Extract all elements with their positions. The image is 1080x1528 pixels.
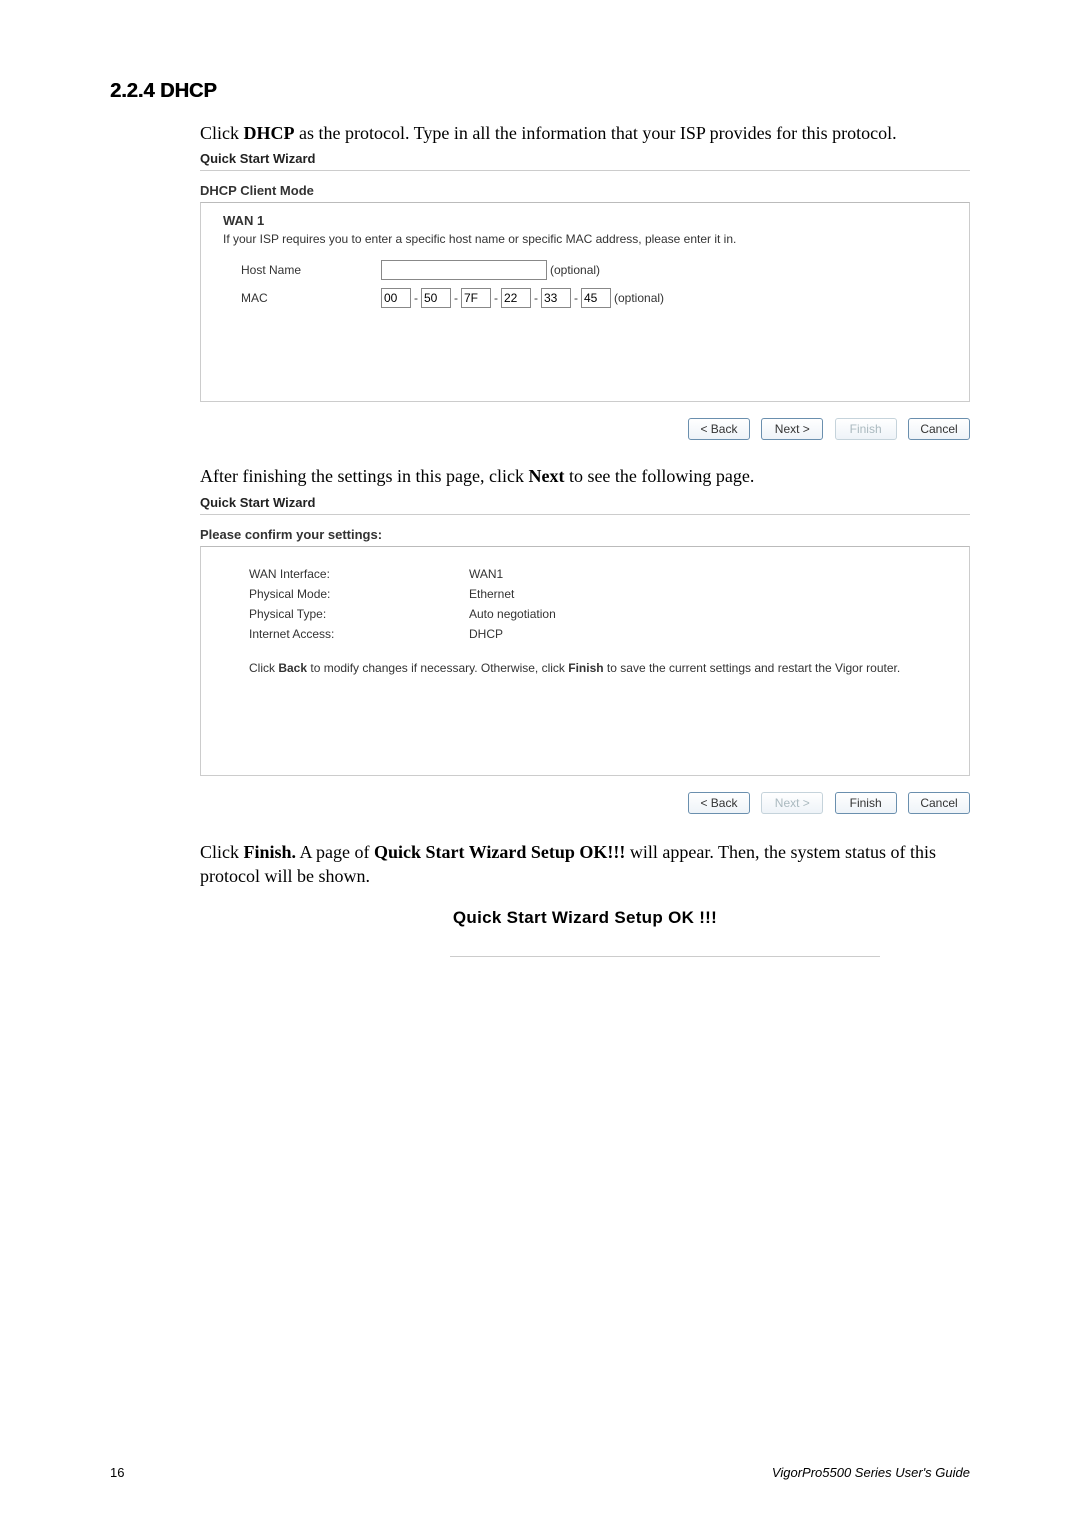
- mac-group: - - - - - (optional): [381, 288, 664, 308]
- mid-b: Next: [528, 466, 564, 486]
- settings-value: DHCP: [469, 627, 503, 641]
- mac-input-5[interactable]: [581, 288, 611, 308]
- intro-text-a: Click: [200, 123, 244, 143]
- mac-input-1[interactable]: [421, 288, 451, 308]
- outro-b: Finish.: [244, 842, 297, 862]
- qsw-title-1: Quick Start Wizard: [200, 151, 970, 168]
- mid-paragraph: After finishing the settings in this pag…: [200, 464, 970, 488]
- divider: [200, 170, 970, 171]
- dhcp-box: WAN 1 If your ISP requires you to enter …: [200, 202, 970, 402]
- host-name-hint: (optional): [550, 263, 600, 277]
- outro-paragraph: Click Finish. A page of Quick Start Wiza…: [200, 840, 970, 889]
- confirm-panel: Please confirm your settings: WAN Interf…: [200, 527, 970, 814]
- mac-dash: -: [531, 291, 541, 305]
- guide-title: VigorPro5500 Series User's Guide: [772, 1465, 970, 1480]
- setup-ok-banner: Quick Start Wizard Setup OK !!!: [200, 908, 970, 928]
- host-name-label: Host Name: [241, 263, 381, 277]
- settings-row: Physical Mode: Ethernet: [249, 587, 951, 601]
- intro-text-c: as the protocol. Type in all the informa…: [295, 123, 897, 143]
- mac-input-3[interactable]: [501, 288, 531, 308]
- host-name-input[interactable]: [381, 260, 547, 280]
- mac-dash: -: [411, 291, 421, 305]
- settings-label: Physical Type:: [249, 607, 469, 621]
- settings-label: Internet Access:: [249, 627, 469, 641]
- qsw-title-2: Quick Start Wizard: [200, 495, 970, 512]
- mac-input-4[interactable]: [541, 288, 571, 308]
- mac-dash: -: [491, 291, 501, 305]
- note-c: to modify changes if necessary. Otherwis…: [307, 661, 568, 675]
- settings-row: Physical Type: Auto negotiation: [249, 607, 951, 621]
- wan1-desc: If your ISP requires you to enter a spec…: [223, 232, 951, 246]
- settings-value: Auto negotiation: [469, 607, 556, 621]
- mac-dash: -: [571, 291, 581, 305]
- page-footer: 16 VigorPro5500 Series User's Guide: [0, 1465, 1080, 1480]
- intro-text-b: DHCP: [244, 123, 295, 143]
- mac-input-0[interactable]: [381, 288, 411, 308]
- page-number: 16: [110, 1465, 124, 1480]
- host-name-row: Host Name (optional): [241, 260, 951, 280]
- section-number: 2.2.4: [110, 80, 154, 102]
- section-title: DHCP: [160, 80, 217, 102]
- next-button[interactable]: Next >: [761, 418, 823, 440]
- note-b: Back: [278, 661, 307, 675]
- wan1-title: WAN 1: [223, 213, 951, 228]
- settings-value: WAN1: [469, 567, 503, 581]
- note-e: to save the current settings and restart…: [604, 661, 901, 675]
- outro-d: Quick Start Wizard Setup OK!!!: [374, 842, 625, 862]
- outro-a: Click: [200, 842, 244, 862]
- finish-button[interactable]: Finish: [835, 792, 897, 814]
- settings-table: WAN Interface: WAN1 Physical Mode: Ether…: [249, 567, 951, 641]
- settings-label: Physical Mode:: [249, 587, 469, 601]
- button-row-2: < Back Next > Finish Cancel: [200, 792, 970, 814]
- settings-row: WAN Interface: WAN1: [249, 567, 951, 581]
- dhcp-panel: DHCP Client Mode WAN 1 If your ISP requi…: [200, 183, 970, 440]
- section-heading: 2.2.4 DHCP: [110, 80, 970, 103]
- note-d: Finish: [568, 661, 603, 675]
- confirm-heading: Please confirm your settings:: [200, 527, 970, 542]
- settings-value: Ethernet: [469, 587, 514, 601]
- mac-row: MAC - - - - - (optional): [241, 288, 951, 308]
- mac-dash: -: [451, 291, 461, 305]
- button-row-1: < Back Next > Finish Cancel: [200, 418, 970, 440]
- mac-input-2[interactable]: [461, 288, 491, 308]
- finish-button-disabled: Finish: [835, 418, 897, 440]
- mid-c: to see the following page.: [564, 466, 754, 486]
- cancel-button[interactable]: Cancel: [908, 792, 970, 814]
- note-a: Click: [249, 661, 278, 675]
- cancel-button[interactable]: Cancel: [908, 418, 970, 440]
- dhcp-client-mode-heading: DHCP Client Mode: [200, 183, 970, 198]
- mac-hint: (optional): [614, 291, 664, 305]
- divider: [200, 514, 970, 515]
- intro-paragraph: Click DHCP as the protocol. Type in all …: [200, 121, 970, 145]
- settings-label: WAN Interface:: [249, 567, 469, 581]
- settings-row: Internet Access: DHCP: [249, 627, 951, 641]
- divider: [450, 956, 880, 957]
- outro-c: A page of: [296, 842, 374, 862]
- confirm-note: Click Back to modify changes if necessar…: [249, 659, 941, 677]
- confirm-box: WAN Interface: WAN1 Physical Mode: Ether…: [200, 546, 970, 776]
- back-button[interactable]: < Back: [688, 792, 750, 814]
- back-button[interactable]: < Back: [688, 418, 750, 440]
- mid-a: After finishing the settings in this pag…: [200, 466, 528, 486]
- mac-label: MAC: [241, 291, 381, 305]
- next-button-disabled: Next >: [761, 792, 823, 814]
